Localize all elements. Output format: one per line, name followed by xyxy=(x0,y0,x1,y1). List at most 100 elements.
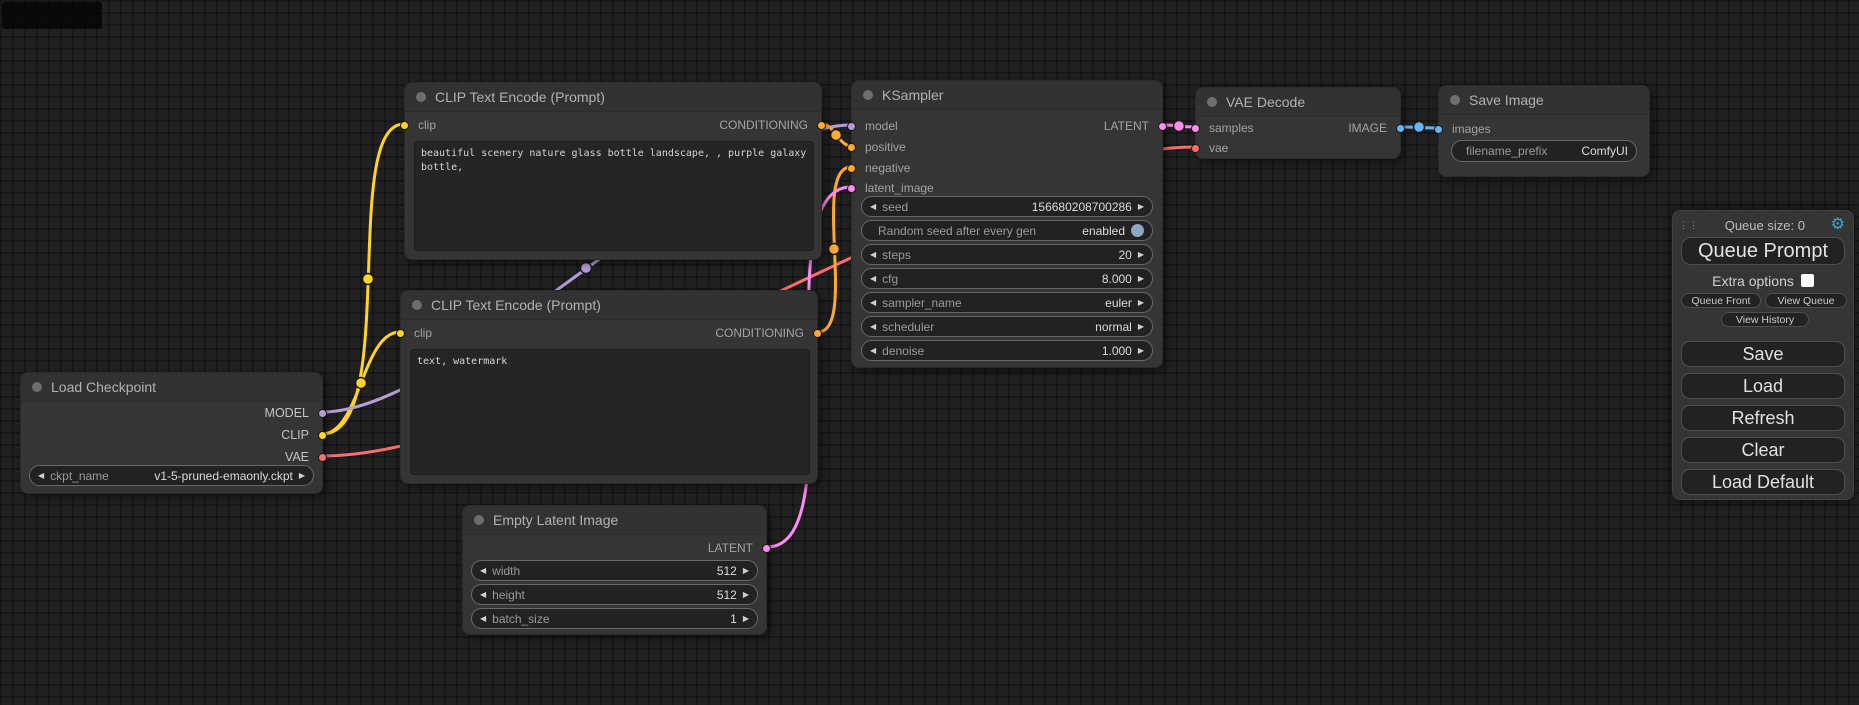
widget-value: 20 xyxy=(1118,248,1131,262)
link-midpoint-dot xyxy=(356,378,367,389)
increment-arrow-icon[interactable]: ▶ xyxy=(1138,251,1144,259)
decrement-arrow-icon[interactable]: ◀ xyxy=(870,275,876,283)
decrement-arrow-icon[interactable]: ◀ xyxy=(870,323,876,331)
image-output-slot[interactable] xyxy=(1396,124,1405,133)
node-title-bar[interactable]: VAE Decode xyxy=(1196,88,1400,117)
sampler-name-widget[interactable]: ◀ sampler_name euler ▶ xyxy=(861,292,1153,313)
node-vae-decode[interactable]: VAE Decode samples IMAGE vae xyxy=(1195,87,1401,159)
ckpt-name-widget[interactable]: ◀ ckpt_name v1-5-pruned-emaonly.ckpt ▶ xyxy=(29,465,314,486)
output-label: CONDITIONING xyxy=(715,326,804,340)
collapse-dot-icon[interactable] xyxy=(474,515,484,525)
batch-size-widget[interactable]: ◀ batch_size 1 ▶ xyxy=(471,608,758,629)
clip-input-slot[interactable] xyxy=(400,121,409,130)
samples-input-slot[interactable] xyxy=(1191,124,1200,133)
decrement-arrow-icon[interactable]: ◀ xyxy=(870,347,876,355)
increment-arrow-icon[interactable]: ▶ xyxy=(743,591,749,599)
conditioning-output-slot[interactable] xyxy=(813,329,822,338)
widget-value: 156680208700286 xyxy=(1032,200,1132,214)
input-label: samples xyxy=(1209,121,1254,135)
decrement-arrow-icon[interactable]: ◀ xyxy=(480,567,486,575)
decrement-arrow-icon[interactable]: ◀ xyxy=(38,472,44,480)
save-button[interactable]: Save xyxy=(1681,341,1845,367)
vae-input-slot[interactable] xyxy=(1191,144,1200,153)
collapse-dot-icon[interactable] xyxy=(412,300,422,310)
extra-options-checkbox[interactable] xyxy=(1801,274,1814,287)
node-title-bar[interactable]: Save Image xyxy=(1439,86,1649,115)
seed-widget[interactable]: ◀ seed 156680208700286 ▶ xyxy=(861,196,1153,217)
output-label: CLIP xyxy=(281,428,309,442)
node-title: Empty Latent Image xyxy=(493,512,618,528)
positive-input-slot[interactable] xyxy=(847,143,856,152)
node-load-checkpoint[interactable]: Load Checkpoint MODEL CLIP VAE ◀ ckpt_na… xyxy=(20,372,323,494)
node-save-image[interactable]: Save Image images filename_prefix ComfyU… xyxy=(1438,85,1650,177)
settings-gear-icon[interactable]: ⚙ xyxy=(1831,217,1845,233)
decrement-arrow-icon[interactable]: ◀ xyxy=(870,299,876,307)
increment-arrow-icon[interactable]: ▶ xyxy=(299,472,305,480)
collapse-dot-icon[interactable] xyxy=(863,90,873,100)
clear-button[interactable]: Clear xyxy=(1681,437,1845,463)
increment-arrow-icon[interactable]: ▶ xyxy=(1138,203,1144,211)
decrement-arrow-icon[interactable]: ◀ xyxy=(480,591,486,599)
load-button[interactable]: Load xyxy=(1681,373,1845,399)
decrement-arrow-icon[interactable]: ◀ xyxy=(870,203,876,211)
toggle-dot-icon[interactable] xyxy=(1131,224,1144,237)
increment-arrow-icon[interactable]: ▶ xyxy=(1138,275,1144,283)
increment-arrow-icon[interactable]: ▶ xyxy=(1138,347,1144,355)
node-ksampler[interactable]: KSampler model LATENT positive negative … xyxy=(851,80,1163,368)
collapse-dot-icon[interactable] xyxy=(416,92,426,102)
scheduler-widget[interactable]: ◀ scheduler normal ▶ xyxy=(861,316,1153,337)
output-row-vae: VAE xyxy=(21,447,322,467)
load-default-button[interactable]: Load Default xyxy=(1681,469,1845,495)
filename-prefix-widget[interactable]: filename_prefix ComfyUI xyxy=(1451,140,1637,162)
node-clip-text-encode-negative[interactable]: CLIP Text Encode (Prompt) clip CONDITION… xyxy=(400,290,818,484)
node-title-bar[interactable]: Load Checkpoint xyxy=(21,373,322,402)
input-row-vae: vae xyxy=(1196,138,1400,158)
latent-image-input-slot[interactable] xyxy=(847,184,856,193)
view-history-button[interactable]: View History xyxy=(1721,312,1809,327)
model-input-slot[interactable] xyxy=(847,122,856,131)
vae-output-slot[interactable] xyxy=(318,453,327,462)
negative-input-slot[interactable] xyxy=(847,164,856,173)
height-widget[interactable]: ◀ height 512 ▶ xyxy=(471,584,758,605)
steps-widget[interactable]: ◀ steps 20 ▶ xyxy=(861,244,1153,265)
latent-output-slot[interactable] xyxy=(762,544,771,553)
input-row-latent-image: latent_image xyxy=(852,178,1162,198)
node-title-bar[interactable]: Empty Latent Image xyxy=(463,506,766,535)
images-input-slot[interactable] xyxy=(1434,125,1443,134)
prompt-textarea[interactable]: text, watermark xyxy=(410,349,810,475)
decrement-arrow-icon[interactable]: ◀ xyxy=(480,615,486,623)
refresh-button[interactable]: Refresh xyxy=(1681,405,1845,431)
cfg-widget[interactable]: ◀ cfg 8.000 ▶ xyxy=(861,268,1153,289)
increment-arrow-icon[interactable]: ▶ xyxy=(1138,323,1144,331)
collapse-dot-icon[interactable] xyxy=(1450,95,1460,105)
queue-front-button[interactable]: Queue Front xyxy=(1681,293,1761,308)
collapse-dot-icon[interactable] xyxy=(32,382,42,392)
queue-prompt-button[interactable]: Queue Prompt xyxy=(1681,237,1845,265)
extra-options-label: Extra options xyxy=(1712,273,1794,289)
queue-panel-header: ⋮⋮ Queue size: 0 ⚙ xyxy=(1679,215,1845,235)
node-title-bar[interactable]: KSampler xyxy=(852,81,1162,110)
clip-output-slot[interactable] xyxy=(318,431,327,440)
clip-input-slot[interactable] xyxy=(396,329,405,338)
queue-size-label: Queue size: 0 xyxy=(1699,218,1831,233)
view-queue-button[interactable]: View Queue xyxy=(1765,293,1847,308)
latent-output-slot[interactable] xyxy=(1158,122,1167,131)
collapse-dot-icon[interactable] xyxy=(1207,97,1217,107)
widget-value: euler xyxy=(1105,296,1132,310)
model-output-slot[interactable] xyxy=(318,409,327,418)
increment-arrow-icon[interactable]: ▶ xyxy=(1138,299,1144,307)
decrement-arrow-icon[interactable]: ◀ xyxy=(870,251,876,259)
increment-arrow-icon[interactable]: ▶ xyxy=(743,567,749,575)
drag-handle-icon[interactable]: ⋮⋮ xyxy=(1679,221,1699,230)
dark-overlay-box xyxy=(2,2,102,29)
random-seed-widget[interactable]: Random seed after every gen enabled xyxy=(861,220,1153,241)
node-clip-text-encode-positive[interactable]: CLIP Text Encode (Prompt) clip CONDITION… xyxy=(404,82,822,260)
denoise-widget[interactable]: ◀ denoise 1.000 ▶ xyxy=(861,340,1153,361)
increment-arrow-icon[interactable]: ▶ xyxy=(743,615,749,623)
node-empty-latent-image[interactable]: Empty Latent Image LATENT ◀ width 512 ▶ … xyxy=(462,505,767,635)
conditioning-output-slot[interactable] xyxy=(817,121,826,130)
width-widget[interactable]: ◀ width 512 ▶ xyxy=(471,560,758,581)
node-title-bar[interactable]: CLIP Text Encode (Prompt) xyxy=(401,291,817,320)
node-title-bar[interactable]: CLIP Text Encode (Prompt) xyxy=(405,83,821,112)
prompt-textarea[interactable]: beautiful scenery nature glass bottle la… xyxy=(414,141,814,251)
